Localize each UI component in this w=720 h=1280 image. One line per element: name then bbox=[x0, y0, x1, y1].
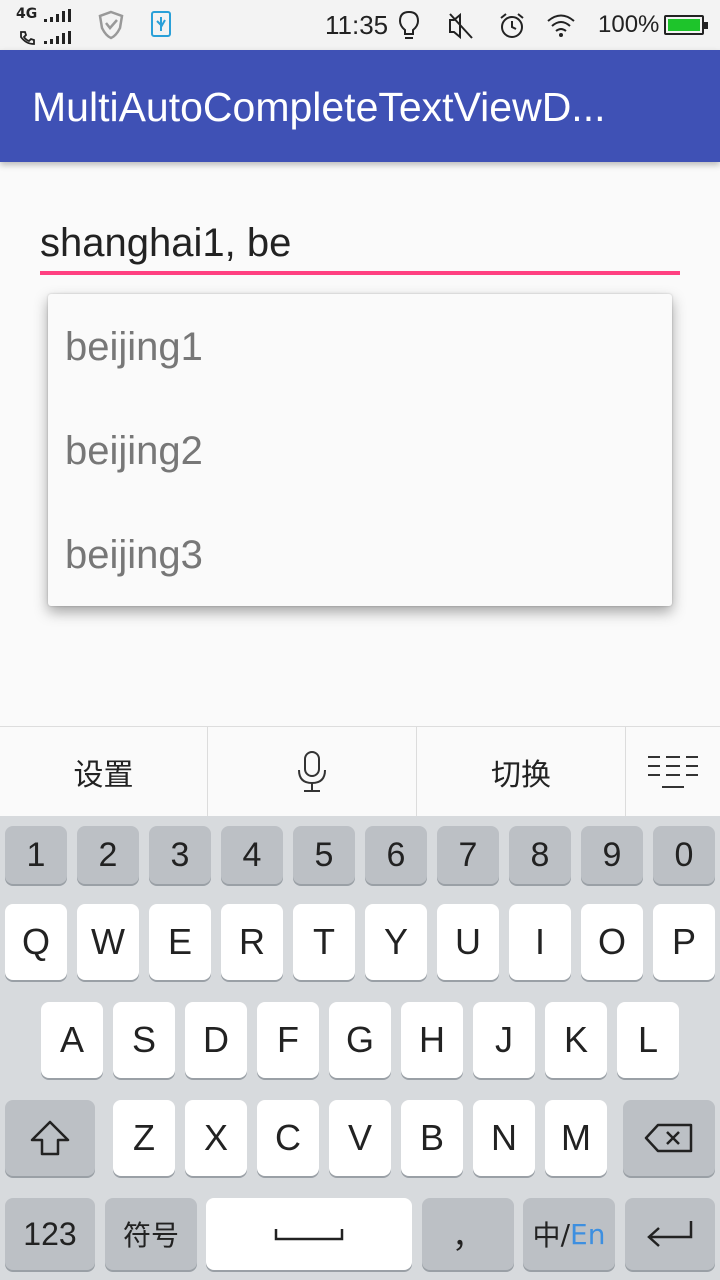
clock: 11:35 bbox=[325, 10, 389, 40]
mute-icon bbox=[449, 12, 473, 40]
key-q[interactable]: Q bbox=[5, 904, 67, 980]
key-p[interactable]: P bbox=[653, 904, 715, 980]
enter-key[interactable] bbox=[625, 1198, 715, 1270]
space-icon bbox=[274, 1229, 344, 1241]
space-key[interactable] bbox=[206, 1198, 412, 1270]
key-9[interactable]: 9 bbox=[581, 826, 643, 884]
input-underline bbox=[40, 271, 680, 275]
status-bar: 4G 11:35 100% bbox=[0, 0, 720, 50]
switch-label: 切换 bbox=[491, 757, 551, 793]
key-w[interactable]: W bbox=[77, 904, 139, 980]
key-m[interactable]: M bbox=[545, 1100, 607, 1176]
key-o[interactable]: O bbox=[581, 904, 643, 980]
key-8[interactable]: 8 bbox=[509, 826, 571, 884]
shield-icon bbox=[98, 10, 124, 40]
key-s[interactable]: S bbox=[113, 1002, 175, 1078]
app-title: MultiAutoCompleteTextViewD... bbox=[32, 84, 606, 130]
key-e[interactable]: E bbox=[149, 904, 211, 980]
battery-icon bbox=[664, 15, 708, 35]
key-g[interactable]: G bbox=[329, 1002, 391, 1078]
settings-button[interactable]: 设置 bbox=[0, 727, 207, 816]
switch-button[interactable]: 切换 bbox=[417, 727, 625, 816]
key-2[interactable]: 2 bbox=[77, 826, 139, 884]
key-h[interactable]: H bbox=[401, 1002, 463, 1078]
key-1[interactable]: 1 bbox=[5, 826, 67, 884]
battery-percent: 100% bbox=[598, 11, 660, 38]
shift-key[interactable] bbox=[5, 1100, 95, 1176]
key-t[interactable]: T bbox=[293, 904, 355, 980]
key-y[interactable]: Y bbox=[365, 904, 427, 980]
key-x[interactable]: X bbox=[185, 1100, 247, 1176]
multi-autocomplete-input[interactable] bbox=[40, 214, 680, 272]
key-z[interactable]: Z bbox=[113, 1100, 175, 1176]
key-a[interactable]: A bbox=[41, 1002, 103, 1078]
signal-icon bbox=[44, 9, 71, 22]
keyboard-layout-icon bbox=[648, 755, 698, 788]
app-bar: MultiAutoCompleteTextViewD... bbox=[0, 50, 720, 162]
shift-icon bbox=[30, 1120, 70, 1156]
key-7[interactable]: 7 bbox=[437, 826, 499, 884]
key-d[interactable]: D bbox=[185, 1002, 247, 1078]
key-i[interactable]: I bbox=[509, 904, 571, 980]
suggestion-dropdown: beijing1 beijing2 beijing3 bbox=[48, 294, 672, 606]
mode-123-key[interactable]: 123 bbox=[5, 1198, 95, 1270]
key-r[interactable]: R bbox=[221, 904, 283, 980]
usb-icon bbox=[151, 11, 171, 37]
key-6[interactable]: 6 bbox=[365, 826, 427, 884]
key-j[interactable]: J bbox=[473, 1002, 535, 1078]
voice-input-button[interactable] bbox=[208, 727, 416, 816]
key-3[interactable]: 3 bbox=[149, 826, 211, 884]
key-5[interactable]: 5 bbox=[293, 826, 355, 884]
symbols-key[interactable]: 符号 bbox=[105, 1198, 197, 1270]
key-k[interactable]: K bbox=[545, 1002, 607, 1078]
keyboard-layout-button[interactable] bbox=[626, 727, 720, 816]
phone-icon bbox=[20, 31, 35, 45]
lang-separator: / bbox=[560, 1217, 570, 1251]
key-l[interactable]: L bbox=[617, 1002, 679, 1078]
microphone-icon bbox=[298, 750, 326, 792]
suggestion-item[interactable]: beijing3 bbox=[48, 502, 672, 606]
screen: 4G 11:35 100% MultiAutoCompleteTextViewD… bbox=[0, 0, 720, 1280]
lang-en-label: En bbox=[570, 1217, 606, 1251]
key-u[interactable]: U bbox=[437, 904, 499, 980]
key-b[interactable]: B bbox=[401, 1100, 463, 1176]
enter-icon bbox=[647, 1221, 693, 1247]
key-n[interactable]: N bbox=[473, 1100, 535, 1176]
settings-label: 设置 bbox=[73, 757, 134, 793]
lang-zh-label: 中 bbox=[532, 1219, 561, 1252]
key-v[interactable]: V bbox=[329, 1100, 391, 1176]
key-4[interactable]: 4 bbox=[221, 826, 283, 884]
bulb-icon bbox=[398, 10, 420, 39]
comma-key[interactable]: ， bbox=[422, 1198, 514, 1270]
network-type: 4G bbox=[16, 6, 38, 22]
key-f[interactable]: F bbox=[257, 1002, 319, 1078]
backspace-key[interactable] bbox=[623, 1100, 715, 1176]
backspace-icon bbox=[644, 1123, 693, 1153]
key-c[interactable]: C bbox=[257, 1100, 319, 1176]
key-0[interactable]: 0 bbox=[653, 826, 715, 884]
keyboard-toolbar: 设置 切换 bbox=[0, 726, 720, 816]
soft-keyboard: 1 2 3 4 5 6 7 8 9 0 Q W E R T Y U I O P … bbox=[0, 816, 720, 1280]
call-signal-icon bbox=[44, 31, 71, 44]
language-switch-key[interactable]: 中 / En bbox=[523, 1198, 615, 1270]
wifi-icon bbox=[547, 14, 575, 37]
alarm-icon bbox=[500, 13, 524, 38]
suggestion-item[interactable]: beijing2 bbox=[48, 398, 672, 502]
suggestion-item[interactable]: beijing1 bbox=[48, 294, 672, 398]
